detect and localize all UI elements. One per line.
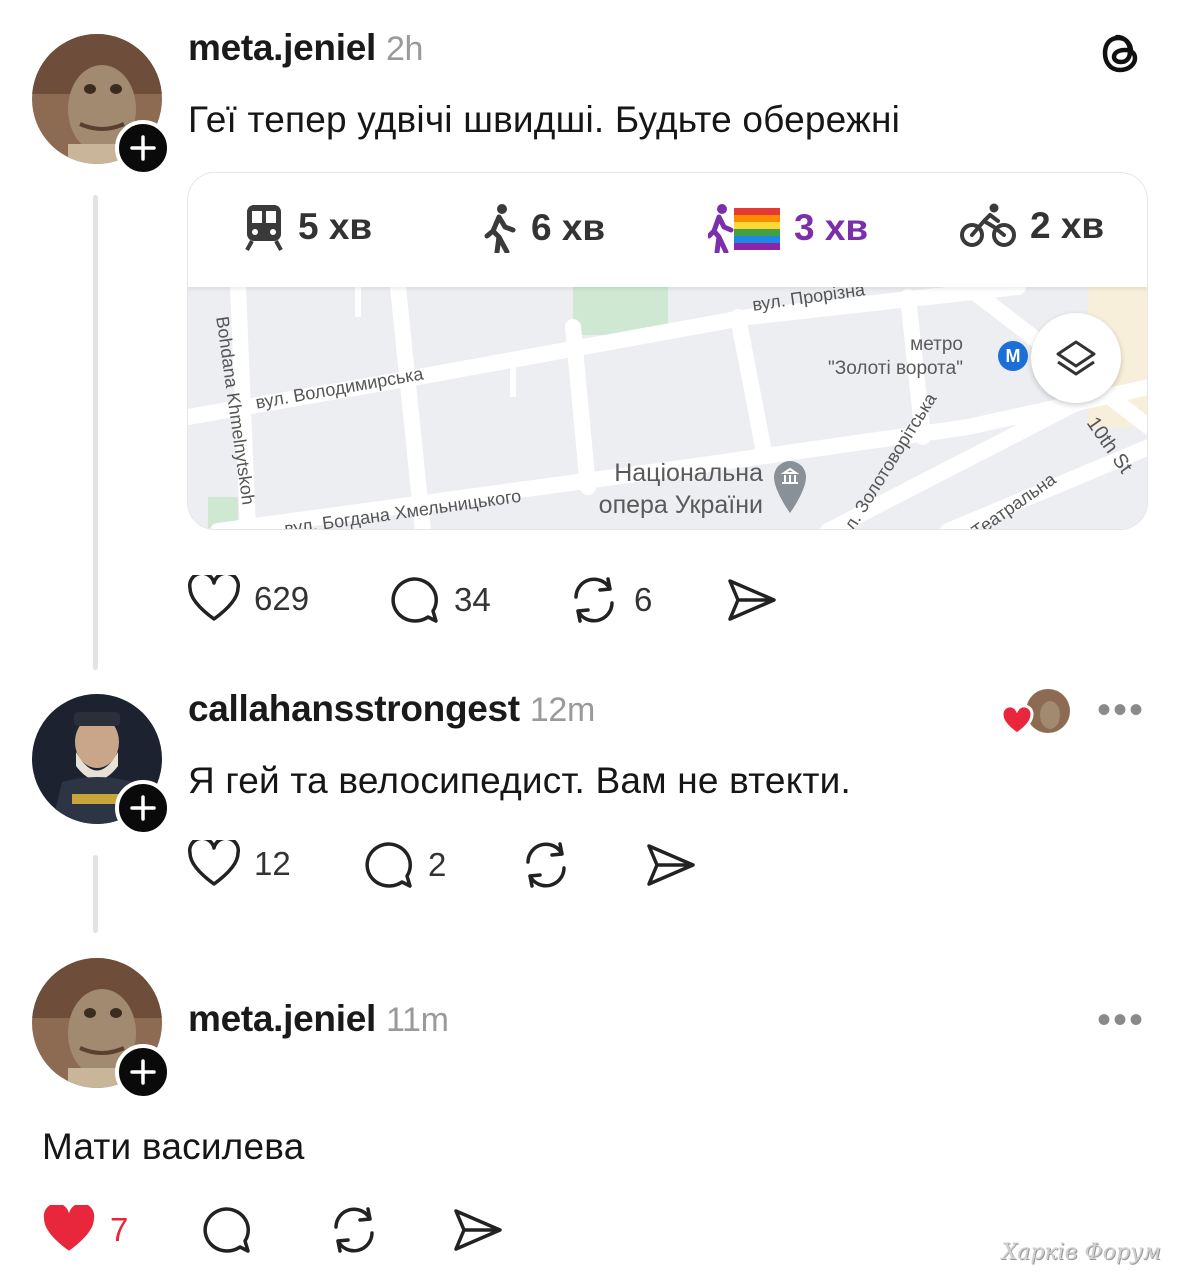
like-count: 7 [110, 1211, 129, 1248]
share-icon [647, 844, 695, 886]
username-text[interactable]: callahansstrongest [188, 688, 520, 729]
map-card[interactable]: 5 хв 6 хв 3 хв 2 хв вул. Прорізна вул. В… [187, 172, 1148, 530]
comment-icon [365, 842, 412, 888]
like-button[interactable]: 629 [188, 575, 309, 623]
mode-transit[interactable]: 5 хв [244, 203, 372, 251]
museum-pin-icon [772, 459, 808, 520]
post-text: Геї тепер удвічі швидші. Будьте обережні [188, 99, 901, 140]
thread-line [93, 855, 98, 933]
threads-icon[interactable] [1098, 28, 1146, 78]
metro-label[interactable]: метро "Золоті ворота" [828, 333, 963, 381]
layers-icon [1056, 340, 1096, 376]
heart-icon [188, 840, 240, 886]
opera-label[interactable]: Національна опера України [573, 457, 763, 521]
comment-icon [203, 1207, 250, 1253]
mode-bike-label: 2 хв [1030, 205, 1105, 246]
like-button[interactable]: 7 [42, 1205, 128, 1255]
watermark: Харків Форум [1001, 1240, 1161, 1265]
mode-walk[interactable]: 6 хв [483, 203, 605, 253]
mode-rainbow-walk-label: 3 хв [794, 207, 869, 248]
mode-bike[interactable]: 2 хв [960, 203, 1104, 249]
comment-count: 2 [428, 846, 447, 883]
comment-icon [391, 577, 438, 623]
heart-icon [188, 575, 240, 621]
repost-button[interactable] [328, 1205, 380, 1255]
liked-by-author-indicator [1000, 688, 1075, 738]
plus-icon [130, 135, 156, 161]
mode-transit-label: 5 хв [298, 206, 373, 247]
like-count: 629 [254, 580, 310, 617]
plus-icon [130, 1059, 156, 1085]
share-icon [728, 579, 776, 621]
follow-button[interactable] [115, 120, 171, 176]
reply-text: Мати василева [42, 1126, 305, 1167]
reply-username[interactable]: callahansstrongest 12m [188, 688, 595, 730]
map-layers-button[interactable] [1031, 313, 1121, 403]
thread-line [93, 195, 98, 670]
reply-time: 11m [385, 1001, 449, 1039]
share-button[interactable] [452, 1205, 504, 1255]
metro-icon: M [998, 341, 1028, 371]
comment-button[interactable]: 2 [362, 840, 446, 890]
follow-button[interactable] [115, 780, 171, 836]
plus-icon [130, 795, 156, 821]
repost-button[interactable]: 6 [568, 575, 652, 625]
rainbow-walk-icon [708, 204, 780, 253]
share-button[interactable] [645, 840, 697, 890]
share-icon [454, 1209, 502, 1251]
post-time: 2h [385, 30, 424, 68]
comment-count: 34 [454, 581, 491, 618]
mode-walk-label: 6 хв [531, 207, 606, 248]
comment-button[interactable] [200, 1205, 252, 1255]
share-button[interactable] [726, 575, 778, 625]
more-options-button[interactable]: ••• [1097, 690, 1145, 730]
train-icon [245, 205, 283, 251]
heart-filled-icon [43, 1205, 95, 1251]
repost-button[interactable] [520, 840, 572, 890]
route-modes-bar: 5 хв 6 хв 3 хв 2 хв [188, 173, 1147, 287]
bike-icon [960, 203, 1016, 247]
like-button[interactable]: 12 [188, 840, 291, 888]
repost-icon [334, 1207, 374, 1253]
reply-text: Я гей та велосипедист. Вам не втекти. [188, 760, 852, 801]
username-text[interactable]: meta.jeniel [188, 998, 376, 1039]
more-options-button[interactable]: ••• [1097, 1000, 1145, 1040]
comment-button[interactable]: 34 [388, 575, 491, 625]
follow-button[interactable] [115, 1044, 171, 1100]
repost-count: 6 [634, 581, 653, 618]
repost-icon [574, 577, 614, 623]
post-username[interactable]: meta.jeniel 2h [188, 27, 423, 69]
reply-username[interactable]: meta.jeniel 11m [188, 998, 449, 1040]
username-text[interactable]: meta.jeniel [188, 27, 376, 68]
walk-icon [484, 204, 516, 253]
reply-time: 12m [529, 691, 596, 729]
mode-rainbow-walk[interactable]: 3 хв [708, 203, 868, 253]
repost-icon [526, 842, 566, 888]
like-count: 12 [254, 845, 291, 882]
